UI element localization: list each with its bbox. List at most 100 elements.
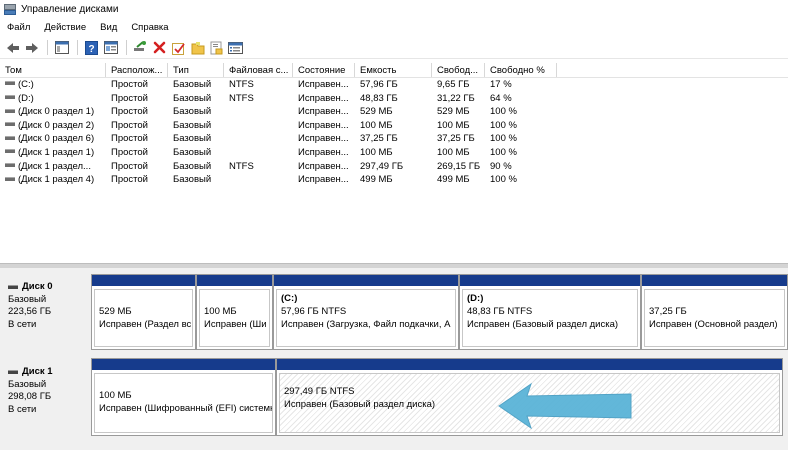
partition-details: 529 МБ Исправен (Раздел вс — [94, 289, 193, 347]
partition-size: 100 МБ — [99, 390, 132, 401]
folder-search-icon[interactable] — [208, 39, 225, 56]
volume-row[interactable]: (Диск 0 раздел 6) Простой Базовый Исправен.… — [0, 132, 788, 146]
cell-filesystem: NTFS — [229, 79, 254, 90]
menu-help[interactable]: Справка — [124, 22, 175, 33]
hard-disk-icon — [8, 285, 18, 290]
column-header-volume[interactable]: Том — [0, 63, 106, 77]
cell-volume: (Диск 0 раздел 1) — [0, 105, 106, 119]
delete-x-icon[interactable] — [151, 39, 168, 56]
volume-row[interactable]: (Диск 1 раздел... Простой Базовый NTFS Испра… — [0, 160, 788, 174]
column-header-filesystem[interactable]: Файловая с... — [224, 63, 293, 77]
toolbar-separator — [126, 40, 127, 55]
partition-status: Исправен (Ши — [204, 319, 267, 330]
volume-icon — [5, 81, 15, 86]
column-header-free-space[interactable]: Свобод... — [432, 63, 485, 77]
disk-1-partition-1[interactable]: 100 МБ Исправен (Шифрованный (EFI) систе… — [91, 358, 276, 436]
cell-capacity: 100 МБ — [360, 119, 393, 131]
column-header-type[interactable]: Тип — [168, 63, 224, 77]
disk-0-partition-2[interactable]: 100 МБ Исправен (Ши — [196, 274, 273, 350]
volume-icon — [5, 176, 15, 181]
menu-action[interactable]: Действие — [37, 22, 93, 33]
menu-view[interactable]: Вид — [93, 22, 124, 33]
partition-details: 37,25 ГБ Исправен (Основной раздел) — [644, 289, 785, 347]
console-tree-icon[interactable] — [53, 39, 70, 56]
list-view-icon[interactable] — [227, 39, 244, 56]
cell-status: Исправен... — [298, 160, 349, 172]
cell-percent-free: 100 % — [490, 106, 517, 118]
volume-row[interactable]: (Диск 1 раздел 1) Простой Базовый Исправен.… — [0, 146, 788, 160]
partition-color-bar — [92, 359, 275, 370]
help-icon[interactable]: ? — [83, 39, 100, 56]
partition-details: (D:) 48,83 ГБ NTFS Исправен (Базовый раз… — [462, 289, 638, 347]
forward-arrow-icon[interactable] — [23, 39, 40, 56]
partition-color-bar — [460, 275, 640, 286]
cell-free-space: 100 МБ — [437, 146, 470, 158]
cell-status: Исправен... — [298, 146, 349, 158]
column-header-percent-free[interactable]: Свободно % — [485, 63, 557, 77]
properties-icon[interactable] — [102, 39, 119, 56]
menu-file[interactable]: Файл — [0, 22, 37, 33]
disk-0-partition-6[interactable]: 37,25 ГБ Исправен (Основной раздел) — [641, 274, 788, 350]
column-header-status[interactable]: Состояние — [293, 63, 355, 77]
cell-volume: (Диск 1 раздел 4) — [0, 173, 106, 187]
volume-name: (Диск 1 раздел 4) — [18, 174, 95, 186]
cell-layout: Простой — [111, 119, 148, 131]
cell-capacity: 529 МБ — [360, 106, 393, 118]
disk-0-partition-d[interactable]: (D:) 48,83 ГБ NTFS Исправен (Базовый раз… — [459, 274, 641, 350]
volume-name: (C:) — [18, 79, 34, 90]
disk-0-name: Диск 0 — [22, 281, 53, 292]
cell-status: Исправен... — [298, 92, 349, 104]
cell-free-space: 9,65 ГБ — [437, 79, 470, 90]
annotation-arrow-icon — [498, 382, 632, 430]
volume-row[interactable]: (C:) Простой Базовый NTFS Исправен... 57,96 Г… — [0, 78, 788, 92]
partition-title: (C:) — [281, 293, 298, 304]
column-header-layout[interactable]: Располож... — [106, 63, 168, 77]
partition-color-bar — [642, 275, 787, 286]
partition-color-bar — [197, 275, 272, 286]
check-icon[interactable] — [170, 39, 187, 56]
cell-type: Базовый — [173, 174, 212, 186]
cell-capacity: 100 МБ — [360, 146, 393, 158]
cell-layout: Простой — [111, 79, 148, 90]
folder-icon[interactable] — [189, 39, 206, 56]
disk-1-size: 298,08 ГБ — [8, 391, 52, 402]
title-bar: Управление дисками — [0, 0, 788, 18]
partition-status: Исправен (Основной раздел) — [649, 319, 778, 330]
partition-details: 100 МБ Исправен (Ши — [199, 289, 270, 347]
connect-icon[interactable] — [132, 39, 149, 56]
partition-size: 529 МБ — [99, 306, 132, 317]
cell-volume: (Диск 0 раздел 6) — [0, 132, 106, 146]
cell-free-space: 100 МБ — [437, 119, 470, 131]
volume-name: (Диск 0 раздел 6) — [18, 133, 95, 145]
cell-capacity: 499 МБ — [360, 174, 393, 186]
cell-capacity: 297,49 ГБ — [360, 160, 404, 172]
cell-layout: Простой — [111, 92, 148, 104]
back-arrow-icon[interactable] — [4, 39, 21, 56]
disk-0-info[interactable]: Диск 0 Базовый 223,56 ГБ В сети — [3, 273, 88, 353]
disk-0-partition-1[interactable]: 529 МБ Исправен (Раздел вс — [91, 274, 196, 350]
partition-size: 57,96 ГБ NTFS — [281, 306, 347, 317]
cell-layout: Простой — [111, 106, 148, 118]
toolbar-separator — [77, 40, 78, 55]
cell-layout: Простой — [111, 146, 148, 158]
menu-bar: Файл Действие Вид Справка — [0, 18, 788, 36]
volume-row[interactable]: (Диск 1 раздел 4) Простой Базовый Исправен.… — [0, 173, 788, 187]
volume-row[interactable]: (Диск 0 раздел 2) Простой Базовый Исправен.… — [0, 119, 788, 133]
disk-0-partition-c[interactable]: (C:) 57,96 ГБ NTFS Исправен (Загрузка, Ф… — [273, 274, 459, 350]
cell-capacity: 57,96 ГБ — [360, 79, 398, 90]
cell-percent-free: 100 % — [490, 174, 517, 186]
volume-icon — [5, 108, 15, 113]
partition-color-bar — [274, 275, 458, 286]
disk-1-status: В сети — [8, 403, 37, 415]
volume-name: (Диск 1 раздел 1) — [18, 146, 95, 158]
cell-free-space: 529 МБ — [437, 106, 470, 118]
volume-row[interactable]: (Диск 0 раздел 1) Простой Базовый Исправен.… — [0, 105, 788, 119]
partition-status: Исправен (Раздел вс — [99, 319, 192, 330]
volume-row[interactable]: (D:) Простой Базовый NTFS Исправен... 48,83 Г… — [0, 92, 788, 106]
cell-filesystem — [224, 119, 293, 133]
cell-status: Исправен... — [298, 174, 349, 186]
volume-icon — [5, 163, 15, 168]
column-header-capacity[interactable]: Емкость — [355, 63, 432, 77]
cell-filesystem — [224, 132, 293, 146]
disk-1-info[interactable]: Диск 1 Базовый 298,08 ГБ В сети — [3, 358, 88, 438]
